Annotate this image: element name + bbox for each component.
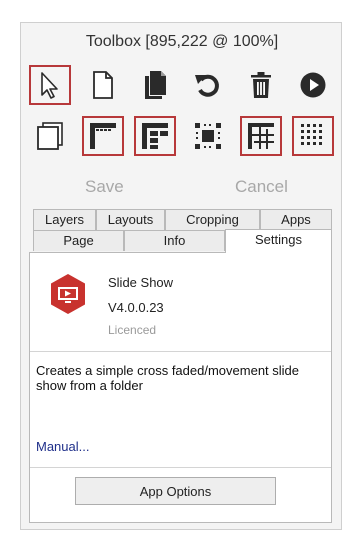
new-page-button[interactable] [82,65,124,105]
toolbox-panel: Toolbox [895,222 @ 100%] Save Cancel Lay… [20,22,342,530]
manual-link[interactable]: Manual... [36,439,89,454]
undo-icon [195,74,219,97]
copy-pages-button[interactable] [134,65,176,105]
page-frame-button[interactable] [29,116,71,156]
divider [30,467,331,468]
dotted-square-button[interactable] [187,116,229,156]
tab-layouts[interactable]: Layouts [96,209,165,230]
dot-grid-button[interactable] [292,116,334,156]
new-page-icon [93,71,113,99]
toolbox-title: Toolbox [895,222 @ 100%] [85,33,279,50]
corner-frame-button[interactable] [82,116,124,156]
grid-frame-icon [248,123,274,149]
undo-button[interactable] [187,65,229,105]
app-description: Creates a simple cross faded/movement sl… [36,363,300,393]
tab-info[interactable]: Info [124,230,225,251]
tab-apps[interactable]: Apps [260,209,332,230]
slideshow-app-icon [51,274,85,314]
copy-pages-icon [145,71,166,99]
pointer-icon [41,72,58,99]
save-button[interactable]: Save [85,177,124,197]
page-frame-icon [37,122,63,150]
app-license-status: Licenced [108,323,157,337]
dot-grid-icon [301,124,322,145]
dotted-square-icon [195,123,221,149]
settings-content: Slide Show V4.0.0.23 Licenced Creates a … [29,252,332,523]
app-options-button[interactable]: App Options [75,477,276,505]
grid-frame-button[interactable] [240,116,282,156]
tab-cropping[interactable]: Cropping [165,209,260,230]
trash-icon [251,72,271,98]
delete-button[interactable] [240,65,282,105]
pointer-tool-button[interactable] [29,65,71,105]
tiled-frame-icon [142,123,168,149]
tab-settings[interactable]: Settings [225,229,332,253]
play-button[interactable] [292,65,334,105]
tab-page[interactable]: Page [33,230,124,251]
corner-frame-icon [90,123,116,149]
app-name: Slide Show [108,275,174,290]
divider [30,351,331,352]
app-version: V4.0.0.23 [108,300,164,315]
cancel-button[interactable]: Cancel [235,177,288,197]
play-icon [300,72,326,98]
tiled-frame-button[interactable] [134,116,176,156]
tab-layers[interactable]: Layers [33,209,96,230]
